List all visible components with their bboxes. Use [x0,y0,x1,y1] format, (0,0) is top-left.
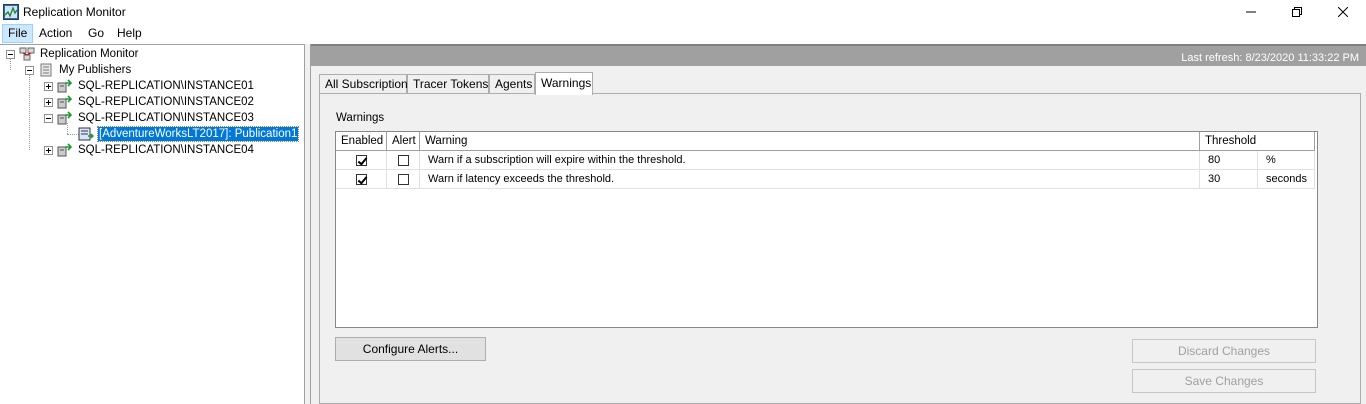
menu-action[interactable]: Action [34,24,77,43]
configure-alerts-button[interactable]: Configure Alerts... [335,337,486,361]
tab-all-subscriptions[interactable]: All Subscriptions [319,74,414,94]
warnings-panel: Warnings Enabled Alert Warning Threshold… [319,93,1361,404]
threshold-unit: seconds [1258,170,1315,189]
alert-cell [387,151,420,170]
table-row[interactable]: Warn if latency exceeds the threshold. 3… [336,170,1317,189]
tab-agents[interactable]: Agents [489,74,535,94]
grid-header: Enabled Alert Warning Threshold [336,132,1317,151]
minimize-button[interactable] [1228,0,1274,24]
collapse-icon[interactable] [6,49,15,59]
tree-node-root[interactable]: Replication Monitor [6,46,139,62]
tree-label-publication1: [AdventureWorksLT2017]: Publication1 [96,126,300,142]
replication-monitor-icon [19,47,35,61]
replication-monitor-icon [3,4,19,20]
enabled-cell [336,151,387,170]
enabled-cell [336,170,387,189]
tab-tracer-tokens[interactable]: Tracer Tokens [407,74,489,94]
tree-node-instance02[interactable]: SQL-REPLICATION\INSTANCE02 [44,94,255,110]
collapse-icon[interactable] [44,113,53,123]
threshold-value[interactable]: 80 [1200,151,1258,170]
tree-node-my-publishers[interactable]: My Publishers [25,62,132,78]
restore-icon [1292,7,1302,17]
menu-go[interactable]: Go [83,24,109,43]
menu-help[interactable]: Help [112,24,147,43]
discard-changes-button[interactable]: Discard Changes [1132,339,1316,363]
tree-connector [29,75,30,150]
server-publisher-icon [57,143,73,157]
maximize-button[interactable] [1274,0,1320,24]
column-header-alert[interactable]: Alert [387,132,420,151]
tree-label-instance03: SQL-REPLICATION\INSTANCE03 [78,112,254,124]
column-header-threshold[interactable]: Threshold [1200,132,1315,151]
server-publisher-icon [57,95,73,109]
threshold-value[interactable]: 30 [1200,170,1258,189]
tree-node-publication1[interactable]: [AdventureWorksLT2017]: Publication1 [78,126,300,142]
alert-cell [387,170,420,189]
close-button[interactable] [1320,0,1366,24]
warnings-grid[interactable]: Enabled Alert Warning Threshold Warn if … [335,131,1318,328]
menu-file[interactable]: File [2,24,34,43]
table-row[interactable]: Warn if a subscription will expire withi… [336,151,1317,170]
warning-text: Warn if a subscription will expire withi… [420,151,1200,170]
publishers-group-icon [40,63,52,77]
save-changes-button[interactable]: Save Changes [1132,369,1316,393]
tree-label-instance04: SQL-REPLICATION\INSTANCE04 [78,144,254,156]
tree-node-instance01[interactable]: SQL-REPLICATION\INSTANCE01 [44,78,255,94]
expand-icon[interactable] [44,81,53,91]
tree-label-my-publishers: My Publishers [59,64,132,76]
tree-label-instance02: SQL-REPLICATION\INSTANCE02 [78,96,254,108]
tree-node-instance03[interactable]: SQL-REPLICATION\INSTANCE03 [44,110,255,126]
column-header-enabled[interactable]: Enabled [336,132,387,151]
server-publisher-icon [57,79,73,93]
warnings-section-label: Warnings [336,112,385,124]
tree-node-instance04[interactable]: SQL-REPLICATION\INSTANCE04 [44,142,255,158]
tab-warnings[interactable]: Warnings [535,72,593,95]
close-icon [1338,7,1348,17]
expand-icon[interactable] [44,97,53,107]
detail-pane: Last refresh: 8/23/2020 11:33:22 PM All … [310,44,1366,404]
alert-checkbox[interactable] [398,155,409,166]
publication-icon [78,127,94,141]
window-title: Replication Monitor [23,5,126,19]
expand-icon[interactable] [44,145,53,155]
threshold-unit: % [1258,151,1315,170]
last-refresh-text: Last refresh: 8/23/2020 11:33:22 PM [1181,52,1359,64]
title-bar: Replication Monitor [0,0,1366,24]
tree-label-instance01: SQL-REPLICATION\INSTANCE01 [78,80,254,92]
enabled-checkbox[interactable] [356,174,367,185]
server-publisher-icon [57,111,73,125]
tree-label-root: Replication Monitor [40,48,139,60]
refresh-status-bar: Last refresh: 8/23/2020 11:33:22 PM [311,44,1366,66]
column-header-warning[interactable]: Warning [420,132,1200,151]
enabled-checkbox[interactable] [356,155,367,166]
collapse-icon[interactable] [25,65,34,75]
alert-checkbox[interactable] [398,174,409,185]
minimize-icon [1246,11,1256,13]
navigation-tree[interactable]: Replication Monitor My Publishers SQL-RE… [0,44,305,404]
warning-text: Warn if latency exceeds the threshold. [420,170,1200,189]
menu-bar: File Action Go Help [0,24,1366,43]
